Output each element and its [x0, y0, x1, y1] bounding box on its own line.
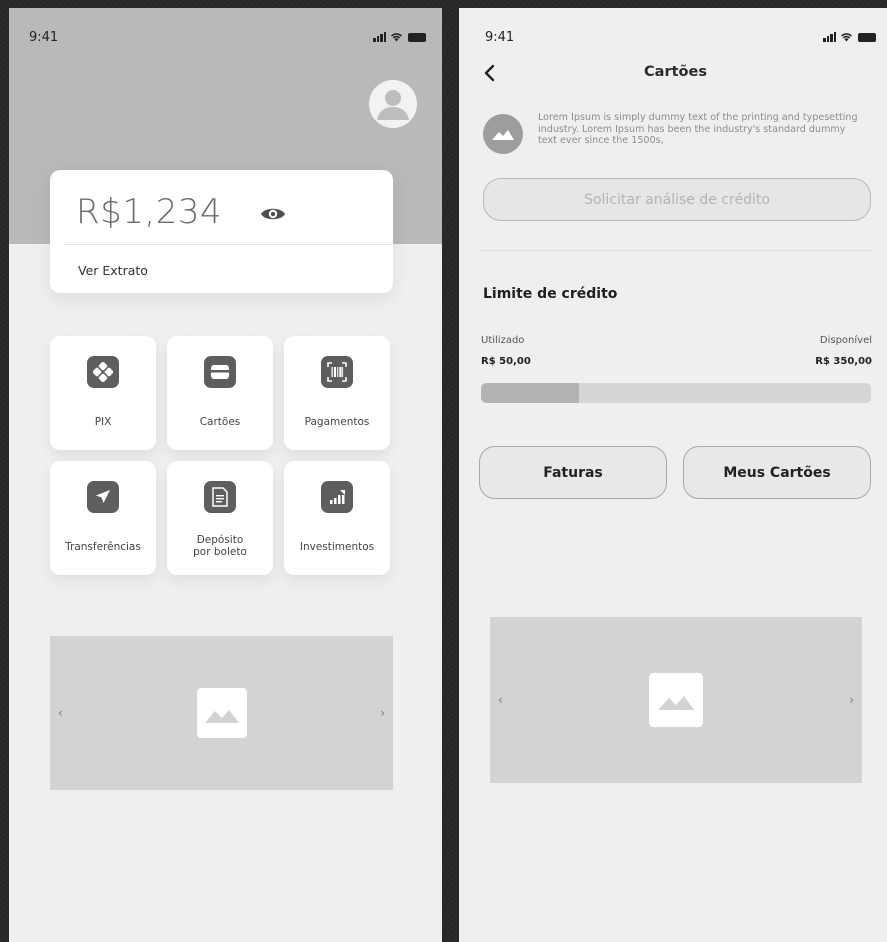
- image-placeholder-icon: [649, 673, 703, 727]
- menu-tile-cartoes[interactable]: Cartões: [167, 336, 273, 450]
- chart-icon: [321, 481, 353, 513]
- image-placeholder-icon: [196, 688, 247, 738]
- signal-icon: [373, 32, 386, 42]
- status-bar: 9:41: [459, 8, 887, 48]
- balance-divider: [64, 244, 393, 245]
- status-time: 9:41: [485, 30, 515, 45]
- menu-tile-label: Depósito por boleto: [193, 534, 247, 558]
- menu-tile-label: Transferências: [65, 541, 141, 553]
- view-statement-link[interactable]: Ver Extrato: [78, 263, 148, 278]
- request-credit-analysis-button[interactable]: Solicitar análise de crédito: [483, 178, 871, 221]
- my-cards-button[interactable]: Meus Cartões: [683, 446, 871, 499]
- barcode-icon: [321, 356, 353, 388]
- menu-tile-label: Investimentos: [299, 541, 375, 553]
- banner-carousel[interactable]: ‹ ›: [50, 636, 393, 790]
- cards-screen: 9:41 Cartões Lorem Ipsum is simply dummy…: [459, 8, 887, 942]
- user-avatar-icon[interactable]: [369, 80, 417, 128]
- balance-card: R$1,234 Ver Extrato: [50, 170, 393, 293]
- status-time: 9:41: [29, 30, 59, 45]
- carousel-next-icon[interactable]: ›: [380, 706, 385, 720]
- wifi-icon: [390, 33, 403, 42]
- balance-value: R$1,234: [76, 192, 223, 232]
- shortcut-grid: PIX Cartões Pagamentos Transferências De…: [50, 336, 390, 575]
- available-value: R$ 350,00: [815, 356, 872, 367]
- carousel-next-icon[interactable]: ›: [849, 693, 854, 707]
- menu-tile-investimentos[interactable]: Investimentos: [284, 461, 390, 575]
- carousel-prev-icon[interactable]: ‹: [498, 693, 503, 707]
- wifi-icon: [840, 33, 853, 42]
- menu-tile-transferencias[interactable]: Transferências: [50, 461, 156, 575]
- image-placeholder-icon: [483, 114, 523, 154]
- info-description: Lorem Ipsum is simply dummy text of the …: [538, 112, 858, 146]
- document-icon: [204, 481, 236, 513]
- credit-limit-title: Limite de crédito: [483, 286, 618, 302]
- battery-icon: [408, 33, 426, 42]
- used-value: R$ 50,00: [481, 356, 531, 367]
- invoices-button[interactable]: Faturas: [479, 446, 667, 499]
- menu-tile-label: Pagamentos: [304, 416, 370, 428]
- menu-tile-label: Cartões: [199, 416, 241, 428]
- signal-icon: [823, 32, 836, 42]
- credit-limit-progress-fill: [481, 383, 579, 403]
- menu-tile-deposito[interactable]: Depósito por boleto: [167, 461, 273, 575]
- card-icon: [204, 356, 236, 388]
- battery-icon: [858, 33, 876, 42]
- send-icon: [87, 481, 119, 513]
- menu-tile-pagamentos[interactable]: Pagamentos: [284, 336, 390, 450]
- home-screen: 9:41 R$1,234 Ver Extrato PIX Cartões Pag…: [9, 8, 442, 942]
- pix-icon: [87, 356, 119, 388]
- section-divider: [479, 250, 872, 251]
- credit-limit-progress-bar: [481, 383, 871, 403]
- menu-tile-pix[interactable]: PIX: [50, 336, 156, 450]
- status-bar: 9:41: [9, 8, 442, 48]
- eye-icon[interactable]: [259, 204, 287, 224]
- page-title: Cartões: [644, 64, 707, 80]
- banner-carousel[interactable]: ‹ ›: [490, 617, 862, 783]
- used-label: Utilizado: [481, 335, 525, 346]
- available-label: Disponível: [819, 335, 872, 346]
- carousel-prev-icon[interactable]: ‹: [58, 706, 63, 720]
- menu-tile-label: PIX: [94, 416, 112, 428]
